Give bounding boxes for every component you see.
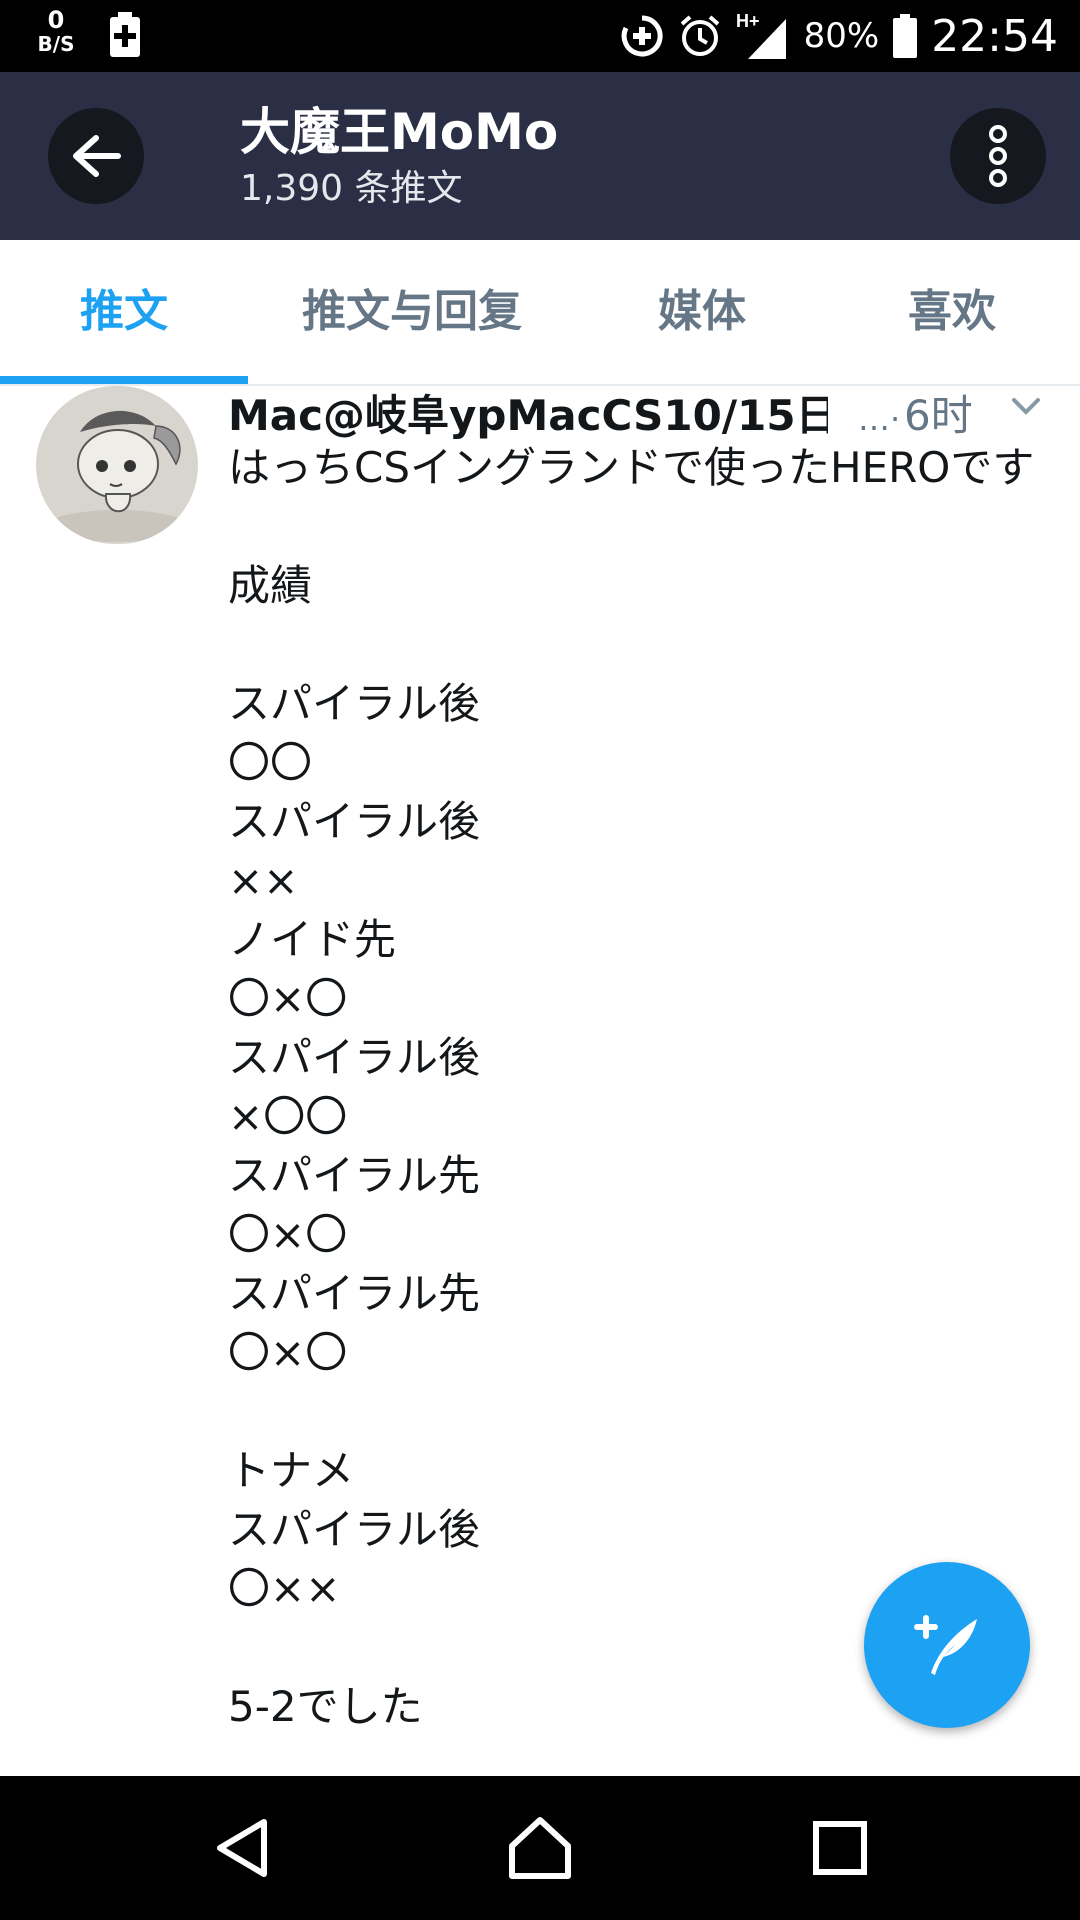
arrow-left-icon [73, 135, 121, 177]
tab-likes[interactable]: 喜欢 [908, 284, 996, 340]
tweet-author-name[interactable]: Mac@岐阜ypMacCS10/15日！ [228, 386, 828, 446]
nav-back-icon [217, 1819, 267, 1877]
compose-tweet-button[interactable] [864, 1562, 1030, 1728]
data-saver-icon [620, 14, 664, 58]
nav-recents-icon [813, 1821, 867, 1875]
network-rate-value: 0 [47, 6, 65, 34]
active-tab-indicator [0, 376, 248, 384]
clock-time: 22:54 [931, 10, 1058, 62]
more-options-button[interactable] [950, 108, 1046, 204]
tab-tweets[interactable]: 推文 [80, 284, 168, 340]
network-rate: 0 B/S [36, 8, 76, 56]
avatar[interactable] [36, 386, 198, 544]
battery-percent: 80% [803, 16, 880, 56]
nav-home-icon [509, 1817, 571, 1879]
more-vertical-icon [989, 125, 1007, 187]
tweet-ellipsis: …· [858, 400, 901, 438]
system-nav-bar [0, 1776, 1080, 1920]
chevron-down-icon[interactable] [1010, 394, 1042, 422]
profile-header: 大魔王MoMo 1,390 条推文 [0, 72, 1080, 240]
compose-tweet-icon [914, 1615, 977, 1675]
tweet-count: 1,390 条推文 [240, 168, 463, 209]
network-type-label: H+ [736, 11, 760, 31]
status-bar: 0 B/S H+ 80% 22:54 [0, 0, 1080, 72]
back-button[interactable] [48, 108, 144, 204]
nav-back-button[interactable] [200, 1806, 284, 1890]
signal-icon: H+ [736, 11, 790, 61]
battery-icon [893, 14, 918, 58]
tweet-timestamp: 6时 [904, 391, 973, 440]
nav-home-button[interactable] [498, 1806, 582, 1890]
tab-media[interactable]: 媒体 [658, 284, 746, 340]
profile-tabs: 推文 推文与回复 媒体 喜欢 [0, 240, 1080, 386]
tweet-text: はっちCSイングランドで使ったHEROです 成績 スパイラル後 〇〇 スパイラル… [228, 443, 1035, 1731]
network-rate-unit: B/S [37, 32, 75, 56]
battery-saver-plus-icon [108, 12, 142, 58]
alarm-icon [678, 14, 722, 58]
profile-name: 大魔王MoMo [240, 103, 559, 161]
nav-recents-button[interactable] [798, 1806, 882, 1890]
tab-tweets-and-replies[interactable]: 推文与回复 [302, 284, 522, 340]
